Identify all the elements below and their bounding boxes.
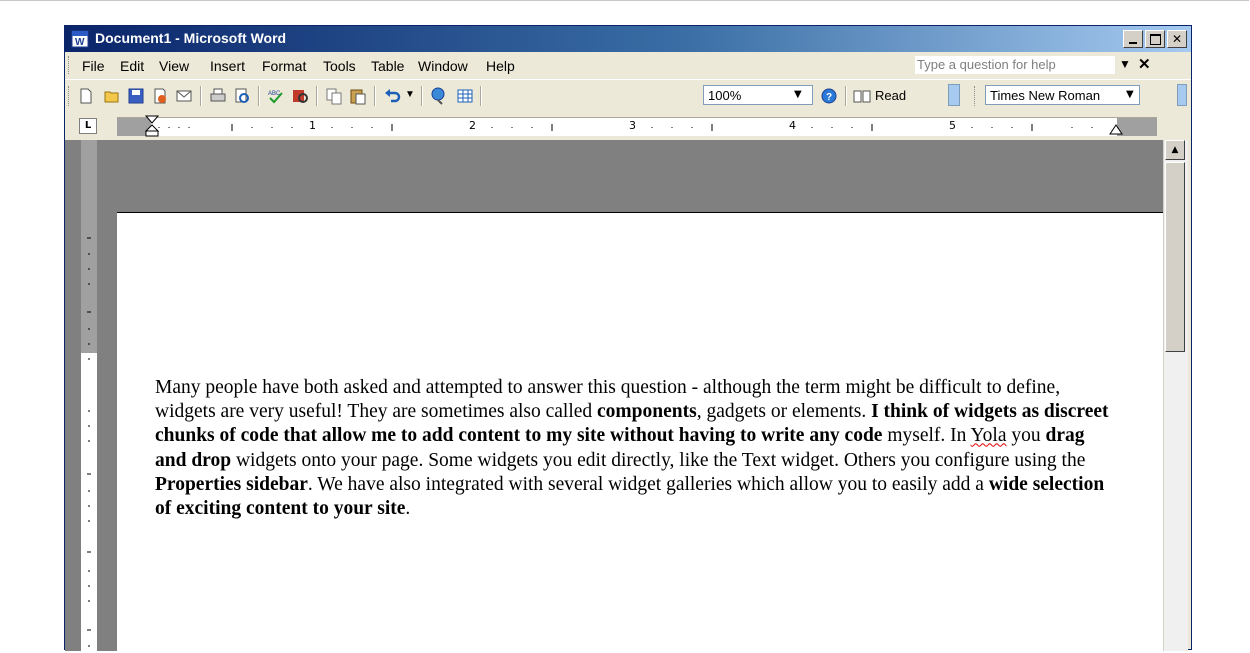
ruler-number: 1 [309, 119, 316, 132]
help-icon[interactable]: ? [820, 87, 838, 105]
menu-table[interactable]: Table [371, 58, 404, 74]
font-name-select[interactable]: Times New Roman ▼ [985, 85, 1140, 105]
menu-tools[interactable]: Tools [323, 58, 356, 74]
ruler-row: L 1 2 3 4 5 [65, 110, 1191, 140]
text-run: . We have also integrated with several w… [307, 473, 989, 495]
toolbar-separator [200, 86, 202, 106]
text-run: myself. In [882, 425, 971, 447]
document-paragraph[interactable]: Many people have both asked and attempte… [155, 376, 1115, 521]
copy-icon[interactable] [325, 87, 343, 105]
ruler-ticks [158, 124, 1093, 131]
open-folder-icon[interactable] [103, 87, 121, 105]
text-run: widgets onto your page. Some widgets you… [231, 449, 1086, 471]
text-run: , gadgets or elements. [696, 401, 872, 423]
zoom-value: 100% [708, 88, 742, 103]
menu-view[interactable]: View [159, 58, 189, 74]
standard-toolbar: ABC ▼ 100% ▼ ? Read Times New Roman ▼ [65, 79, 1191, 111]
undo-icon[interactable] [383, 87, 401, 105]
document-area: Many people have both asked and attempte… [65, 140, 1165, 653]
toolbar-overflow-icon[interactable] [1177, 84, 1187, 106]
print-preview-icon[interactable] [233, 87, 251, 105]
title-bar[interactable]: W Document1 - Microsoft Word ✕ [65, 26, 1191, 52]
menu-format[interactable]: Format [262, 58, 306, 74]
menu-bar: File Edit View Insert Format Tools Table… [65, 52, 1191, 78]
toolbar-separator [374, 86, 376, 106]
font-name-value: Times New Roman [990, 88, 1101, 103]
svg-text:?: ? [826, 92, 832, 103]
tab-selector-button[interactable]: L [79, 118, 97, 134]
read-book-icon[interactable] [853, 87, 871, 105]
first-line-indent-marker-icon[interactable] [145, 115, 159, 137]
horizontal-ruler[interactable]: 1 2 3 4 5 [117, 115, 1157, 137]
zoom-select[interactable]: 100% ▼ [703, 85, 813, 105]
maximize-button[interactable] [1145, 30, 1165, 48]
word-window: W Document1 - Microsoft Word ✕ File Edit… [64, 25, 1192, 653]
close-document-icon[interactable]: ✕ [1138, 55, 1151, 73]
maximize-icon [1149, 33, 1161, 45]
word-app-icon[interactable]: W [71, 30, 89, 48]
toolbar-grip-icon[interactable] [68, 86, 71, 106]
menu-file[interactable]: File [82, 58, 105, 74]
window-controls: ✕ [1123, 30, 1187, 48]
scrollbar-thumb[interactable] [1165, 162, 1185, 352]
zoom-dropdown-arrow-icon[interactable]: ▼ [794, 89, 802, 100]
font-dropdown-arrow-icon[interactable]: ▼ [1126, 89, 1134, 100]
toolbar-separator [480, 86, 482, 106]
menu-edit[interactable]: Edit [120, 58, 144, 74]
menu-help[interactable]: Help [486, 58, 515, 74]
help-dropdown-arrow-icon[interactable]: ▼ [1119, 57, 1131, 71]
bold-text-run: Properties sidebar [155, 473, 308, 495]
bold-text-run: components [597, 401, 697, 423]
vertical-ruler[interactable] [81, 140, 97, 651]
vertical-scrollbar[interactable]: ▲ [1163, 140, 1188, 651]
paste-icon[interactable] [349, 87, 367, 105]
minimize-button[interactable] [1123, 30, 1143, 48]
right-indent-marker-icon[interactable] [1109, 124, 1123, 136]
vertical-ruler-ticks [87, 237, 91, 647]
text-run: you [1006, 425, 1046, 447]
research-icon[interactable] [291, 87, 309, 105]
ruler-number: 3 [629, 119, 636, 132]
close-icon: ✕ [1171, 32, 1183, 46]
save-icon[interactable] [127, 87, 145, 105]
ruler-number: 5 [949, 119, 956, 132]
ruler-number: 2 [469, 119, 476, 132]
svg-text:W: W [75, 37, 85, 48]
insert-table-icon[interactable] [456, 87, 474, 105]
print-icon[interactable] [209, 87, 227, 105]
screenshot-border-top [0, 0, 1249, 1]
formatting-toolbar-grip-icon[interactable] [974, 86, 977, 106]
insert-hyperlink-icon[interactable] [430, 87, 448, 105]
new-document-icon[interactable] [77, 87, 95, 105]
help-search-input[interactable]: Type a question for help [915, 56, 1115, 74]
menu-window[interactable]: Window [418, 58, 468, 74]
toolbar-separator [316, 86, 318, 106]
email-icon[interactable] [175, 87, 193, 105]
window-title: Document1 - Microsoft Word [95, 30, 287, 46]
undo-dropdown-arrow-icon[interactable]: ▼ [405, 89, 415, 100]
ruler-number: 4 [789, 119, 796, 132]
read-button[interactable]: Read [875, 88, 906, 103]
toolbar-separator [845, 86, 847, 106]
spelling-grammar-icon[interactable]: ABC [267, 87, 285, 105]
text-run: . [405, 498, 411, 520]
minimize-icon [1129, 42, 1137, 44]
misspelled-word[interactable]: Yola [971, 425, 1007, 446]
document-page[interactable]: Many people have both asked and attempte… [117, 212, 1165, 653]
permission-icon[interactable] [151, 87, 169, 105]
scroll-up-arrow-icon[interactable]: ▲ [1165, 140, 1185, 160]
toolbar-separator [258, 86, 260, 106]
close-button[interactable]: ✕ [1167, 30, 1187, 48]
toolbar-options-icon[interactable] [948, 84, 960, 106]
menu-insert[interactable]: Insert [210, 58, 245, 74]
menubar-grip-icon[interactable] [68, 56, 71, 74]
toolbar-separator [421, 86, 423, 106]
